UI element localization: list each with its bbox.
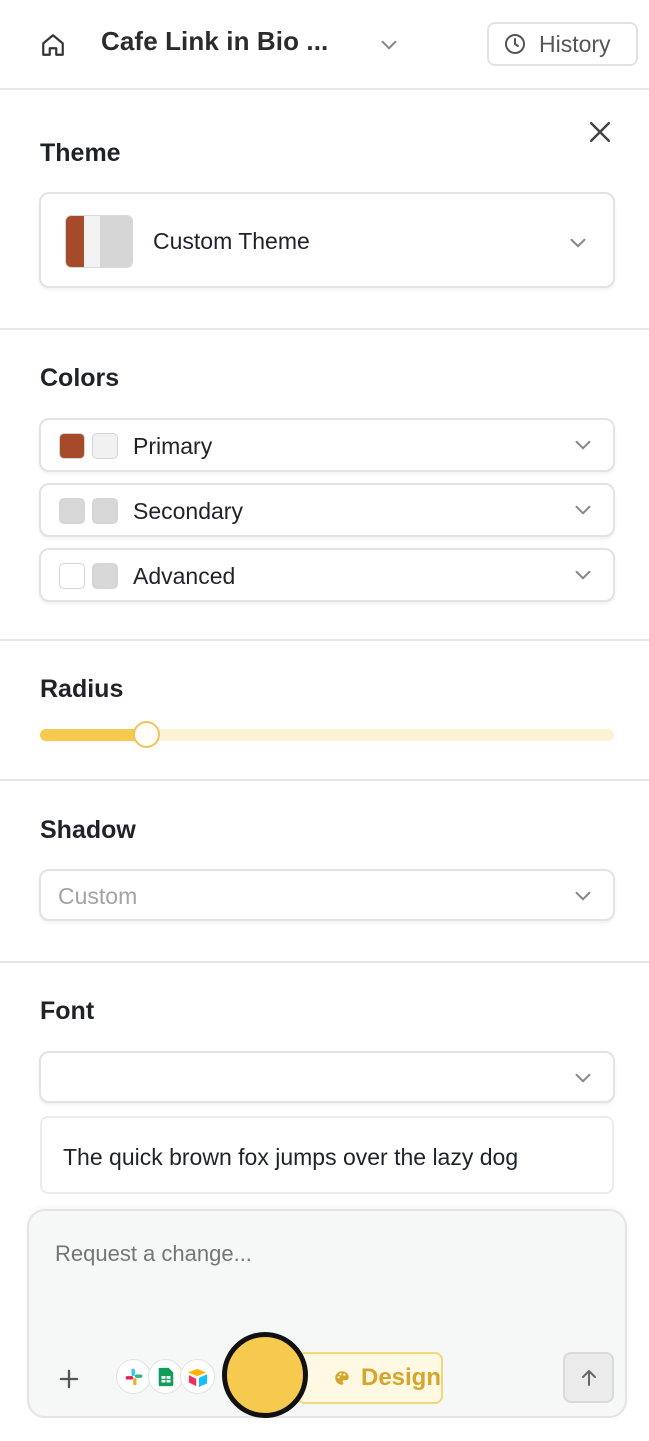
chevron-down-icon <box>570 238 586 248</box>
colors-section-title: Colors <box>40 364 120 392</box>
chevron-down-icon <box>575 1073 591 1083</box>
close-icon[interactable] <box>585 117 615 147</box>
advanced-swatch-alt <box>92 563 118 589</box>
chevron-down-icon <box>575 570 591 580</box>
theme-select[interactable]: Custom Theme <box>39 192 615 288</box>
radius-section-title: Radius <box>40 675 124 703</box>
theme-swatch-primary <box>66 216 84 267</box>
send-button[interactable] <box>563 1352 614 1403</box>
cursor-highlight <box>222 1332 308 1418</box>
color-row-primary[interactable]: Primary <box>39 418 615 472</box>
design-mode-button[interactable]: Design <box>297 1352 443 1404</box>
request-input[interactable] <box>55 1241 595 1267</box>
shadow-selected-value: Custom <box>58 883 138 909</box>
divider <box>0 328 649 330</box>
radius-slider-thumb[interactable] <box>133 721 160 748</box>
airtable-icon[interactable] <box>180 1359 215 1394</box>
color-row-label: Secondary <box>133 498 243 524</box>
history-label: History <box>539 30 611 57</box>
home-icon <box>42 34 64 56</box>
primary-swatch-alt <box>92 433 118 459</box>
project-chevron-down-icon[interactable] <box>376 32 402 58</box>
chevron-down-icon <box>575 440 591 450</box>
chevron-down-icon <box>575 891 591 901</box>
primary-swatch-main <box>59 433 85 459</box>
google-sheets-icon[interactable] <box>148 1359 183 1394</box>
advanced-swatch-main <box>59 563 85 589</box>
project-title: Cafe Link in Bio ... <box>101 26 329 56</box>
divider <box>0 961 649 963</box>
color-row-label: Primary <box>133 433 213 459</box>
color-row-secondary[interactable]: Secondary <box>39 483 615 537</box>
plus-icon[interactable] <box>55 1365 83 1393</box>
radius-slider[interactable] <box>40 721 614 748</box>
divider <box>0 779 649 781</box>
theme-swatch-secondary <box>84 216 100 267</box>
arrow-up-icon <box>581 1369 596 1386</box>
history-button[interactable]: History <box>487 22 638 66</box>
secondary-swatch-main <box>59 498 85 524</box>
font-preview: The quick brown fox jumps over the lazy … <box>40 1116 614 1194</box>
font-select[interactable] <box>39 1051 615 1103</box>
radius-slider-fill <box>40 729 146 741</box>
clock-icon <box>505 34 525 54</box>
design-mode-label: Design <box>360 1364 441 1391</box>
color-row-label: Advanced <box>133 563 236 589</box>
home-button[interactable] <box>36 28 70 62</box>
secondary-swatch-alt <box>92 498 118 524</box>
color-row-advanced[interactable]: Advanced <box>39 548 615 602</box>
chevron-down-icon <box>575 505 591 515</box>
divider <box>0 639 649 641</box>
integrations-group[interactable] <box>116 1359 215 1399</box>
theme-section-title: Theme <box>40 139 121 167</box>
font-preview-text: The quick brown fox jumps over the lazy … <box>63 1144 519 1170</box>
palette-icon <box>335 1371 349 1385</box>
slack-icon[interactable] <box>116 1359 151 1394</box>
theme-swatch <box>65 215 133 268</box>
request-composer: Design <box>27 1209 627 1418</box>
shadow-select[interactable]: Custom <box>39 869 615 921</box>
top-bar: Cafe Link in Bio ... History <box>0 0 649 90</box>
theme-selected-label: Custom Theme <box>153 228 310 254</box>
shadow-section-title: Shadow <box>40 816 136 844</box>
font-section-title: Font <box>40 997 95 1025</box>
theme-swatch-tertiary <box>100 216 132 267</box>
